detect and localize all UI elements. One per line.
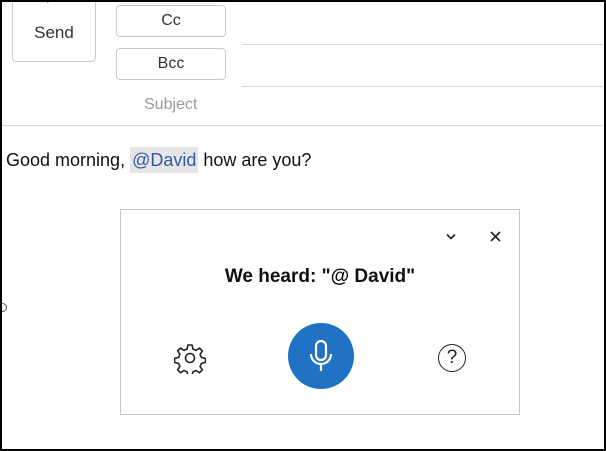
bcc-button-label: Bcc (157, 55, 185, 72)
resize-handle[interactable] (2, 303, 7, 312)
cc-field-underline (242, 44, 604, 45)
subject-field[interactable]: Subject (144, 96, 197, 114)
send-button-label: Send (34, 23, 74, 42)
chevron-down-icon[interactable] (441, 226, 461, 246)
email-compose-window: Send Cc Bcc Subject Good morning, @David… (0, 0, 606, 451)
help-icon[interactable]: ? (435, 341, 469, 375)
dictation-dialog: We heard: "@ David" ? (120, 209, 520, 415)
cc-button[interactable]: Cc (116, 5, 226, 37)
header-divider (2, 125, 604, 126)
message-body[interactable]: Good morning, @David how are you? (6, 147, 312, 173)
send-button[interactable]: Send (12, 2, 96, 62)
bcc-button[interactable]: Bcc (116, 48, 226, 80)
cc-button-label: Cc (161, 12, 181, 29)
gear-icon[interactable] (173, 341, 207, 375)
mention-david[interactable]: @David (130, 147, 199, 173)
bcc-field-underline (242, 86, 604, 87)
microphone-button[interactable] (288, 323, 354, 389)
message-suffix: how are you? (198, 150, 312, 170)
help-glyph: ? (446, 347, 458, 368)
close-icon[interactable] (485, 226, 505, 246)
send-arrow-icon (47, 2, 50, 3)
message-prefix: Good morning, (6, 150, 131, 170)
heard-text: We heard: "@ David" (224, 266, 416, 287)
microphone-icon (309, 339, 333, 371)
